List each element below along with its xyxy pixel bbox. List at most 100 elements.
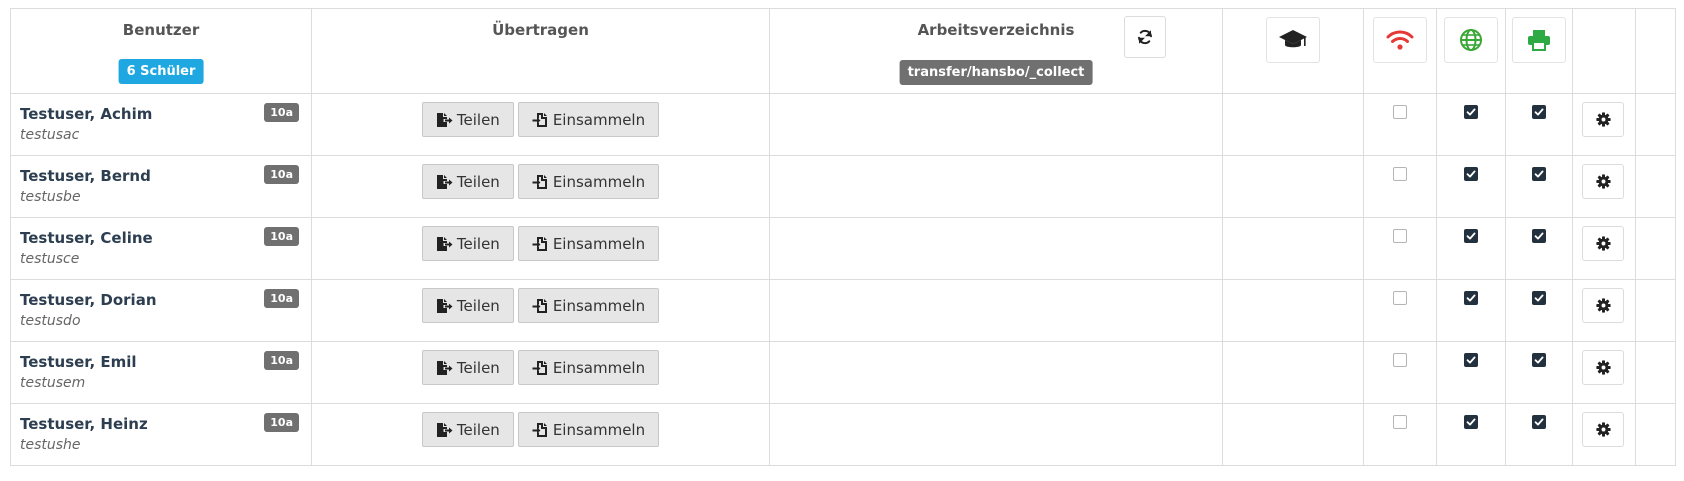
collect-button[interactable]: Einsammeln	[517, 164, 660, 199]
extra-cell	[1635, 155, 1676, 218]
user-full-name[interactable]: Testuser, Emil	[20, 353, 137, 371]
user-full-name[interactable]: Testuser, Heinz	[20, 415, 148, 433]
internet-checkbox[interactable]	[1464, 353, 1478, 367]
extra-cell	[1635, 279, 1676, 342]
printing-checkbox[interactable]	[1532, 353, 1546, 367]
user-cell: Testuser, Achim testusac 10a	[10, 93, 312, 156]
user-cell: Testuser, Dorian testusdo 10a	[10, 279, 312, 342]
printing-toggle-all-button[interactable]	[1512, 17, 1566, 63]
user-login-name: testusce	[20, 251, 80, 267]
settings-button[interactable]	[1582, 412, 1624, 447]
file-export-icon	[436, 422, 453, 437]
internet-cell	[1436, 155, 1506, 218]
share-button-label: Teilen	[456, 420, 500, 439]
printing-checkbox[interactable]	[1532, 105, 1546, 119]
exam-cell	[1222, 279, 1364, 342]
internet-cell	[1436, 279, 1506, 342]
transfer-column-title: Übertragen	[492, 21, 589, 39]
internet-checkbox[interactable]	[1464, 291, 1478, 305]
wifi-checkbox[interactable]	[1393, 291, 1407, 305]
checkmark-icon	[1534, 294, 1544, 302]
internet-toggle-all-button[interactable]	[1444, 17, 1498, 63]
graduation-cap-icon	[1279, 30, 1307, 48]
transfer-cell: Teilen Einsammeln	[311, 279, 770, 342]
printing-checkbox[interactable]	[1532, 167, 1546, 181]
students-count-badge[interactable]: 6 Schüler	[118, 59, 204, 84]
share-button-label: Teilen	[456, 110, 500, 129]
collect-button[interactable]: Einsammeln	[517, 288, 660, 323]
wifi-checkbox[interactable]	[1393, 229, 1407, 243]
user-full-name[interactable]: Testuser, Dorian	[20, 291, 157, 309]
user-full-name[interactable]: Testuser, Bernd	[20, 167, 151, 185]
extra-cell	[1635, 217, 1676, 280]
class-badge: 10a	[264, 165, 299, 184]
checkmark-icon	[1534, 170, 1544, 178]
settings-button[interactable]	[1582, 350, 1624, 385]
exam-cell	[1222, 155, 1364, 218]
internet-checkbox[interactable]	[1464, 105, 1478, 119]
user-full-name[interactable]: Testuser, Celine	[20, 229, 153, 247]
class-badge: 10a	[264, 351, 299, 370]
share-button[interactable]: Teilen	[421, 288, 514, 323]
wifi-checkbox[interactable]	[1393, 105, 1407, 119]
share-button[interactable]: Teilen	[421, 226, 514, 261]
share-button[interactable]: Teilen	[421, 102, 514, 137]
settings-button[interactable]	[1582, 102, 1624, 137]
gear-icon	[1595, 174, 1611, 189]
internet-checkbox[interactable]	[1464, 167, 1478, 181]
wifi-cell	[1363, 403, 1437, 466]
extra-cell	[1635, 93, 1676, 156]
internet-checkbox[interactable]	[1464, 415, 1478, 429]
internet-checkbox[interactable]	[1464, 229, 1478, 243]
share-button[interactable]: Teilen	[421, 412, 514, 447]
settings-cell	[1572, 341, 1636, 404]
settings-button[interactable]	[1582, 164, 1624, 199]
user-login-name: testusem	[20, 375, 86, 391]
internet-column-header	[1436, 8, 1506, 94]
extra-column-header	[1635, 8, 1676, 94]
collect-button[interactable]: Einsammeln	[517, 102, 660, 137]
workdir-cell	[769, 217, 1223, 280]
printer-icon	[1528, 30, 1550, 51]
printing-checkbox[interactable]	[1532, 415, 1546, 429]
printing-checkbox[interactable]	[1532, 291, 1546, 305]
wifi-checkbox[interactable]	[1393, 415, 1407, 429]
exam-cell	[1222, 93, 1364, 156]
checkmark-icon	[1534, 108, 1544, 116]
share-button[interactable]: Teilen	[421, 164, 514, 199]
file-import-icon	[532, 422, 547, 437]
refresh-button[interactable]	[1124, 16, 1166, 58]
exam-mode-button[interactable]	[1266, 17, 1320, 63]
user-cell: Testuser, Heinz testushe 10a	[10, 403, 312, 466]
user-full-name[interactable]: Testuser, Achim	[20, 105, 152, 123]
wifi-checkbox[interactable]	[1393, 167, 1407, 181]
class-badge: 10a	[264, 289, 299, 308]
wifi-checkbox[interactable]	[1393, 353, 1407, 367]
transfer-column-header: Übertragen	[311, 8, 770, 94]
printing-cell	[1505, 93, 1573, 156]
collect-button[interactable]: Einsammeln	[517, 226, 660, 261]
printing-checkbox[interactable]	[1532, 229, 1546, 243]
transfer-cell: Teilen Einsammeln	[311, 403, 770, 466]
internet-cell	[1436, 93, 1506, 156]
printing-cell	[1505, 279, 1573, 342]
collect-button-label: Einsammeln	[552, 234, 646, 253]
extra-cell	[1635, 403, 1676, 466]
table-row: Testuser, Emil testusem 10a Teilen Einsa…	[10, 341, 1676, 404]
table-row: Testuser, Bernd testusbe 10a Teilen Eins…	[10, 155, 1676, 218]
transfer-cell: Teilen Einsammeln	[311, 155, 770, 218]
settings-button[interactable]	[1582, 226, 1624, 261]
user-login-name: testushe	[20, 437, 81, 453]
collect-button[interactable]: Einsammeln	[517, 412, 660, 447]
settings-button[interactable]	[1582, 288, 1624, 323]
user-login-name: testusbe	[20, 189, 81, 205]
collect-button[interactable]: Einsammeln	[517, 350, 660, 385]
collect-button-label: Einsammeln	[552, 420, 646, 439]
wifi-cell	[1363, 155, 1437, 218]
wifi-toggle-all-button[interactable]	[1373, 17, 1427, 63]
share-button[interactable]: Teilen	[421, 350, 514, 385]
users-column-header: Benutzer 6 Schüler	[10, 8, 312, 94]
wifi-cell	[1363, 341, 1437, 404]
table-row: Testuser, Dorian testusdo 10a Teilen Ein…	[10, 279, 1676, 342]
workdir-cell	[769, 155, 1223, 218]
